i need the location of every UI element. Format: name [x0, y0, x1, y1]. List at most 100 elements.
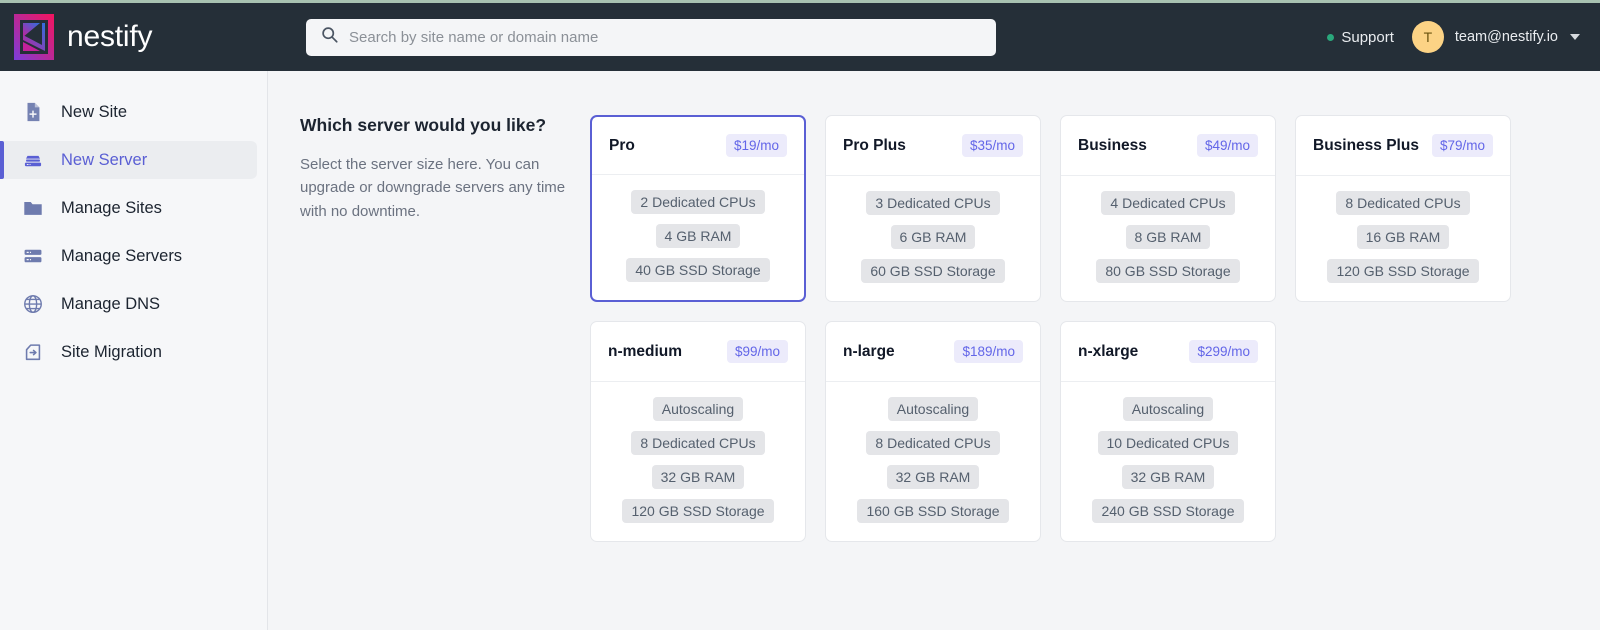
- document-plus-icon: [22, 101, 44, 123]
- support-link[interactable]: Support: [1327, 29, 1394, 46]
- plan-card-business[interactable]: Business $49/mo 4 Dedicated CPUs 8 GB RA…: [1060, 115, 1276, 302]
- plan-name: Pro: [609, 136, 635, 154]
- spec-chip: 120 GB SSD Storage: [1327, 259, 1479, 283]
- app-header: nestify Support T team@nestify.io: [0, 3, 1600, 71]
- sidebar-item-manage-dns[interactable]: Manage DNS: [0, 285, 257, 323]
- sidebar-item-label: Manage Sites: [61, 198, 162, 217]
- plan-price-badge: $189/mo: [954, 340, 1023, 363]
- page-description: Select the server size here. You can upg…: [300, 156, 566, 220]
- nestify-logo-icon: [14, 14, 54, 60]
- brand-name: nestify: [67, 20, 153, 53]
- plan-specs: 8 Dedicated CPUs 16 GB RAM 120 GB SSD St…: [1296, 176, 1510, 301]
- plan-card-pro[interactable]: Pro $19/mo 2 Dedicated CPUs 4 GB RAM 40 …: [590, 115, 806, 302]
- sidebar: New Site New Server Manage Sites Manage …: [0, 71, 268, 630]
- sidebar-item-label: Manage DNS: [61, 294, 161, 313]
- sidebar-item-new-server[interactable]: New Server: [0, 141, 257, 179]
- plan-price-badge: $35/mo: [961, 134, 1023, 157]
- spec-chip: 80 GB SSD Storage: [1096, 259, 1240, 283]
- plan-specs: Autoscaling 10 Dedicated CPUs 32 GB RAM …: [1061, 382, 1275, 541]
- migration-tag-icon: [22, 341, 44, 363]
- sidebar-item-label: Site Migration: [61, 342, 162, 361]
- sidebar-item-site-migration[interactable]: Site Migration: [0, 333, 257, 371]
- plan-card-business-plus[interactable]: Business Plus $79/mo 8 Dedicated CPUs 16…: [1295, 115, 1511, 302]
- body: New Site New Server Manage Sites Manage …: [0, 71, 1600, 630]
- plan-price-badge: $79/mo: [1431, 134, 1493, 157]
- plan-name: Business Plus: [1313, 136, 1419, 154]
- sidebar-item-new-site[interactable]: New Site: [0, 93, 257, 131]
- plan-row: n-medium $99/mo Autoscaling 8 Dedicated …: [590, 321, 1600, 542]
- spec-chip: 32 GB RAM: [886, 465, 980, 489]
- plan-specs: Autoscaling 8 Dedicated CPUs 32 GB RAM 1…: [591, 382, 805, 541]
- server-icon: [22, 149, 44, 171]
- intro-panel: Which server would you like? Select the …: [300, 115, 590, 630]
- spec-chip: Autoscaling: [652, 397, 744, 421]
- sidebar-item-label: New Site: [61, 102, 128, 121]
- search-bar[interactable]: [306, 18, 996, 56]
- globe-icon: [22, 293, 44, 315]
- plan-name: Business: [1078, 136, 1147, 154]
- plan-specs: Autoscaling 8 Dedicated CPUs 32 GB RAM 1…: [826, 382, 1040, 541]
- plan-price-badge: $99/mo: [726, 340, 788, 363]
- main-content: Which server would you like? Select the …: [268, 71, 1600, 630]
- plan-price-badge: $299/mo: [1189, 340, 1258, 363]
- search-input[interactable]: [349, 28, 981, 46]
- page-title: Which server would you like?: [300, 115, 547, 135]
- sidebar-item-manage-sites[interactable]: Manage Sites: [0, 189, 257, 227]
- spec-chip: 16 GB RAM: [1356, 225, 1450, 249]
- spec-chip: 4 Dedicated CPUs: [1101, 191, 1235, 215]
- plan-price-badge: $19/mo: [725, 134, 787, 157]
- plan-specs: 2 Dedicated CPUs 4 GB RAM 40 GB SSD Stor…: [592, 175, 804, 300]
- plan-price-badge: $49/mo: [1196, 134, 1258, 157]
- plan-header: Business Plus $79/mo: [1296, 116, 1510, 176]
- plan-header: Pro Plus $35/mo: [826, 116, 1040, 176]
- spec-chip: 8 Dedicated CPUs: [866, 431, 1000, 455]
- spec-chip: 240 GB SSD Storage: [1092, 499, 1244, 523]
- plan-name: n-xlarge: [1078, 342, 1139, 360]
- support-status-dot-icon: [1327, 33, 1335, 41]
- spec-chip: 32 GB RAM: [651, 465, 745, 489]
- plan-header: n-medium $99/mo: [591, 322, 805, 382]
- spec-chip: Autoscaling: [887, 397, 979, 421]
- sidebar-item-manage-servers[interactable]: Manage Servers: [0, 237, 257, 275]
- spec-chip: 8 Dedicated CPUs: [1336, 191, 1470, 215]
- plan-card-pro-plus[interactable]: Pro Plus $35/mo 3 Dedicated CPUs 6 GB RA…: [825, 115, 1041, 302]
- support-label: Support: [1341, 28, 1394, 46]
- plan-card-n-medium[interactable]: n-medium $99/mo Autoscaling 8 Dedicated …: [590, 321, 806, 542]
- spec-chip: 3 Dedicated CPUs: [866, 191, 1000, 215]
- spec-chip: 6 GB RAM: [890, 225, 976, 249]
- brand[interactable]: nestify: [14, 14, 269, 60]
- spec-chip: 8 GB RAM: [1125, 225, 1211, 249]
- plan-grid: Pro $19/mo 2 Dedicated CPUs 4 GB RAM 40 …: [590, 115, 1600, 630]
- spec-chip: 40 GB SSD Storage: [626, 258, 770, 282]
- header-actions: Support T team@nestify.io: [1327, 21, 1580, 53]
- plan-specs: 4 Dedicated CPUs 8 GB RAM 80 GB SSD Stor…: [1061, 176, 1275, 301]
- plan-name: n-medium: [608, 342, 683, 360]
- spec-chip: 32 GB RAM: [1121, 465, 1215, 489]
- plan-specs: 3 Dedicated CPUs 6 GB RAM 60 GB SSD Stor…: [826, 176, 1040, 301]
- spec-chip: 4 GB RAM: [655, 224, 741, 248]
- search-icon: [321, 26, 338, 48]
- plan-card-n-large[interactable]: n-large $189/mo Autoscaling 8 Dedicated …: [825, 321, 1041, 542]
- spec-chip: Autoscaling: [1122, 397, 1214, 421]
- spec-chip: 2 Dedicated CPUs: [631, 190, 765, 214]
- spec-chip: 10 Dedicated CPUs: [1097, 431, 1239, 455]
- spec-chip: 160 GB SSD Storage: [857, 499, 1009, 523]
- plan-name: n-large: [843, 342, 895, 360]
- sidebar-item-label: New Server: [61, 150, 148, 169]
- sidebar-item-label: Manage Servers: [61, 246, 183, 265]
- avatar: T: [1411, 21, 1444, 53]
- plan-header: Business $49/mo: [1061, 116, 1275, 176]
- plan-header: Pro $19/mo: [592, 117, 804, 175]
- account-menu[interactable]: T team@nestify.io: [1411, 21, 1580, 53]
- plan-card-n-xlarge[interactable]: n-xlarge $299/mo Autoscaling 10 Dedicate…: [1060, 321, 1276, 542]
- spec-chip: 8 Dedicated CPUs: [631, 431, 765, 455]
- folder-icon: [22, 197, 44, 219]
- plan-row: Pro $19/mo 2 Dedicated CPUs 4 GB RAM 40 …: [590, 115, 1600, 302]
- plan-header: n-large $189/mo: [826, 322, 1040, 382]
- spec-chip: 120 GB SSD Storage: [622, 499, 774, 523]
- server-rack-icon: [22, 245, 44, 267]
- plan-header: n-xlarge $299/mo: [1061, 322, 1275, 382]
- plan-name: Pro Plus: [843, 136, 906, 154]
- chevron-down-icon: [1570, 34, 1580, 40]
- spec-chip: 60 GB SSD Storage: [861, 259, 1005, 283]
